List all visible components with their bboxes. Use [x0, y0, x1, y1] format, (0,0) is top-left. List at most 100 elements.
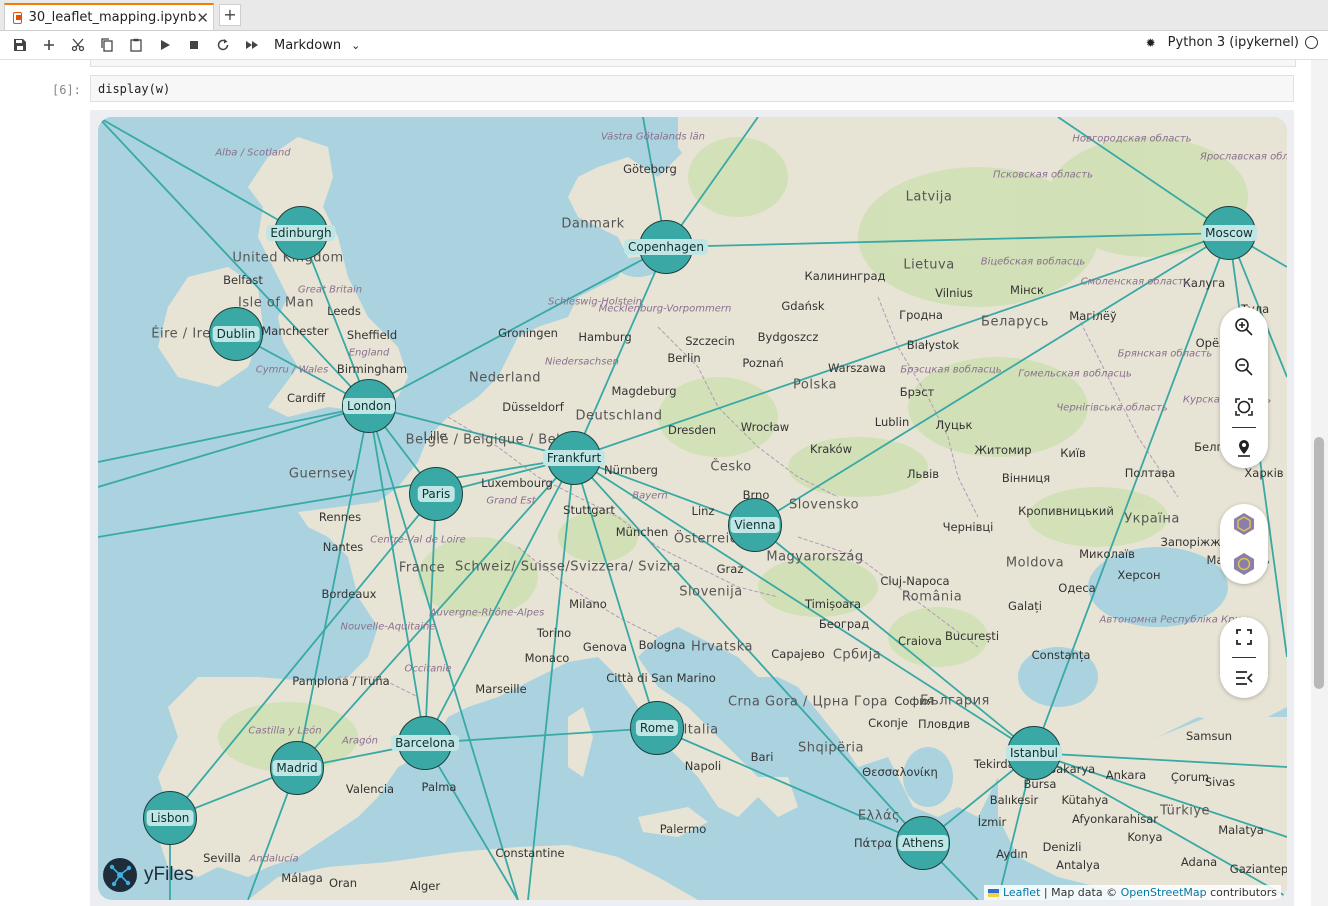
notebook-icon	[13, 11, 22, 24]
fit-icon	[1235, 398, 1253, 416]
zoom-in-button[interactable]	[1220, 307, 1268, 347]
place-label: Göteborg	[623, 162, 677, 176]
place-label: Kraków	[809, 442, 853, 456]
locate-button[interactable]	[1220, 428, 1268, 468]
place-label: Cluj-Napoca	[880, 574, 950, 588]
place-label: Niedersachsen	[545, 356, 619, 368]
kernel-status[interactable]: ✹ Python 3 (ipykernel)	[1146, 35, 1318, 50]
place-label: Alger	[409, 879, 441, 893]
place-label: Hamburg	[578, 330, 632, 344]
place-label: Slovenija	[679, 584, 743, 600]
stop-button[interactable]	[179, 33, 208, 57]
zoom-out-button[interactable]	[1220, 347, 1268, 387]
place-label: Bydgoszcz	[757, 330, 819, 344]
save-icon	[13, 39, 26, 51]
add-cell-button[interactable]	[34, 33, 63, 57]
place-label: Milano	[569, 597, 607, 611]
yfiles-logo-icon	[103, 858, 137, 892]
city-label-athens: Athens	[898, 835, 948, 851]
cut-button[interactable]	[63, 33, 92, 57]
place-label: Gdańsk	[781, 299, 825, 313]
cell-type-value: Markdown	[274, 37, 342, 53]
place-label: Скопје	[868, 716, 908, 730]
run-icon	[160, 40, 170, 50]
place-label: Belfast	[223, 273, 263, 287]
run-all-button[interactable]	[237, 33, 266, 57]
new-tab-button[interactable]: +	[219, 4, 241, 26]
place-label: Львів	[906, 467, 940, 481]
close-icon[interactable]: ✕	[196, 9, 209, 27]
notebook-tab[interactable]: 30_leaflet_mapping.ipynb ✕	[4, 3, 214, 30]
place-label: Чернівці	[942, 520, 994, 534]
fullscreen-button[interactable]	[1220, 617, 1268, 657]
save-button[interactable]	[5, 33, 34, 57]
place-label: Shqipëria	[797, 740, 865, 756]
place-label: France	[398, 560, 446, 576]
city-label-moscow: Moscow	[1201, 225, 1257, 241]
place-label: Białystok	[906, 338, 960, 352]
place-label: Београд	[818, 617, 870, 631]
paste-button[interactable]	[121, 33, 150, 57]
panel-toggle-button[interactable]	[1220, 658, 1268, 698]
copy-icon	[100, 38, 113, 52]
place-label: Rennes	[318, 510, 362, 524]
place-label: Timișoara	[804, 597, 862, 611]
hierarchic-layout-button[interactable]	[1220, 504, 1268, 544]
place-label: Pamplona / Iruña	[292, 674, 390, 688]
place-label: Србија	[832, 647, 882, 663]
place-label: Oran	[328, 876, 358, 890]
place-label: Луцьк	[935, 418, 973, 432]
place-label: Galați	[1008, 599, 1042, 613]
organic-layout-button[interactable]	[1220, 544, 1268, 584]
place-label: Crna Gora / Црна Гора	[727, 694, 889, 710]
stop-icon	[189, 41, 198, 49]
place-label: Polska	[793, 377, 837, 393]
code-cell-input[interactable]: display(w)	[90, 75, 1294, 102]
city-label-paris: Paris	[417, 486, 455, 502]
place-label: Denizli	[1042, 840, 1082, 854]
restart-button[interactable]	[208, 33, 237, 57]
place-label: Мінск	[1010, 283, 1044, 297]
place-label: Berlin	[667, 351, 701, 365]
place-label: Balıkesir	[989, 793, 1039, 807]
city-label-rome: Rome	[635, 720, 679, 736]
place-label: Schweiz/ Suisse/Svizzera/ Svizra	[455, 559, 681, 575]
copy-button[interactable]	[92, 33, 121, 57]
scrollbar-thumb[interactable]	[1314, 437, 1324, 689]
place-label: Aydın	[996, 847, 1028, 861]
restart-icon	[217, 39, 228, 51]
place-label: Leeds	[327, 304, 361, 318]
leaflet-map[interactable]: Alba / Scotland United Kingdom Belfast Grea…	[98, 117, 1287, 900]
place-label: Castilla y León	[248, 725, 322, 737]
place-label: București	[944, 629, 1000, 643]
place-label: Bari	[750, 750, 774, 764]
leaflet-link[interactable]: Leaflet	[1003, 886, 1040, 899]
place-label: Харків	[1244, 466, 1284, 480]
place-label: Πάτρα	[853, 836, 893, 850]
place-label: Nouvelle-Aquitaine	[340, 621, 436, 633]
place-label: Genova	[582, 640, 628, 654]
cell-type-select[interactable]: Markdown ⌄	[274, 38, 360, 53]
place-label: Пловдив	[917, 717, 971, 731]
place-label: Полтава	[1124, 466, 1176, 480]
attribution-mapdata: | Map data ©	[1040, 886, 1121, 899]
place-label: Sivas	[1204, 775, 1236, 789]
place-label: Napoli	[684, 759, 722, 773]
debugger-icon[interactable]: ✹	[1146, 36, 1156, 50]
osm-link[interactable]: OpenStreetMap	[1121, 886, 1207, 899]
edge-copenhagen-moscow	[665, 232, 1230, 248]
place-label: Ελλάς	[857, 808, 901, 824]
zoom-out-icon	[1235, 358, 1253, 376]
notebook-scrollbar[interactable]	[1311, 60, 1328, 906]
run-button[interactable]	[150, 33, 179, 57]
map-attribution: Leaflet | Map data © OpenStreetMap contr…	[984, 885, 1281, 900]
place-label: Alba / Scotland	[215, 147, 291, 159]
city-label-copenhagen: Copenhagen	[624, 239, 708, 255]
place-label: Брянская область	[1117, 348, 1213, 360]
city-label-frankfurt: Frankfurt	[542, 450, 606, 466]
place-label: Bologna	[638, 638, 686, 652]
place-label: Θεσσαλονίκη	[862, 765, 938, 779]
fit-content-button[interactable]	[1220, 387, 1268, 427]
place-label: Київ	[1060, 446, 1086, 460]
place-label: Éire / Ire	[151, 326, 211, 342]
